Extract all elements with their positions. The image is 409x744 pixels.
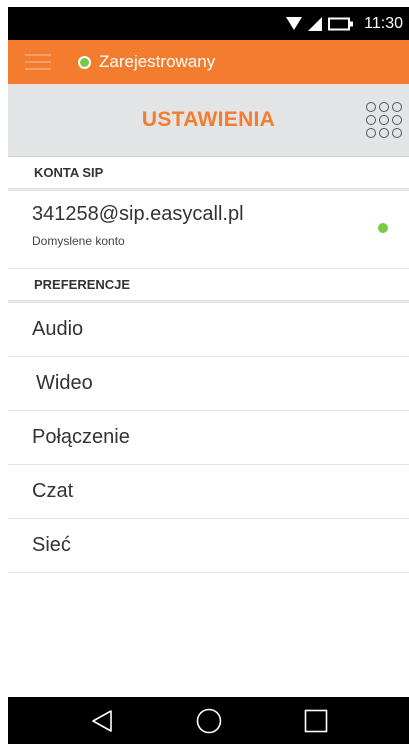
pref-item-connection[interactable]: Połączenie (8, 411, 409, 465)
section-header-sip: KONTA SIP (8, 157, 409, 191)
account-status-dot (378, 223, 388, 233)
dialpad-button[interactable] (365, 98, 403, 142)
dialpad-icon-dot (379, 115, 389, 125)
dialpad-icon-dot (366, 115, 376, 125)
settings-content: KONTA SIP 341258@sip.easycall.pl Domysle… (8, 157, 409, 573)
dialpad-icon-dot (379, 102, 389, 112)
signal-icon (308, 16, 323, 31)
recents-icon (304, 709, 327, 732)
dialpad-icon-dot (366, 128, 376, 138)
wifi-icon (286, 16, 303, 30)
registration-status-text: Zarejestrowany (99, 52, 216, 71)
home-icon (196, 708, 221, 733)
sip-account-name: 341258@sip.easycall.pl (32, 203, 244, 225)
menu-icon (25, 54, 51, 56)
battery-icon (328, 17, 354, 30)
recents-button[interactable] (296, 701, 336, 741)
dialpad-icon-dot (392, 115, 402, 125)
dialpad-icon (366, 102, 376, 112)
home-button[interactable] (189, 701, 229, 741)
dialpad-icon-dot (392, 102, 402, 112)
status-bar: 11:30 (8, 7, 409, 40)
dialpad-icon-dot (392, 128, 402, 138)
pref-item-chat[interactable]: Czat (8, 465, 409, 519)
sip-account-subtitle: Domyslene konto (32, 234, 125, 248)
menu-icon-line (25, 68, 51, 70)
settings-header: USTAWIENIA (8, 84, 409, 157)
menu-icon-line (25, 61, 51, 63)
pref-item-video[interactable]: Wideo (8, 357, 409, 411)
navigation-bar (8, 697, 409, 744)
back-button[interactable] (82, 701, 122, 741)
clock: 11:30 (364, 14, 403, 32)
dialpad-icon-dot (379, 128, 389, 138)
pref-item-network[interactable]: Sieć (8, 519, 409, 573)
app-frame: 11:30 Zarejestrowany USTAWIENIA KONTA SI… (0, 0, 409, 744)
pref-item-audio[interactable]: Audio (8, 303, 409, 357)
page-title: USTAWIENIA (141, 108, 276, 131)
back-icon (91, 709, 112, 732)
registration-bar: Zarejestrowany (8, 40, 409, 84)
registration-status-dot (78, 55, 91, 69)
section-header-preferences: PREFERENCJE (8, 269, 409, 303)
menu-button[interactable] (8, 40, 68, 84)
sip-account-item[interactable]: 341258@sip.easycall.pl Domyslene konto (8, 191, 409, 269)
